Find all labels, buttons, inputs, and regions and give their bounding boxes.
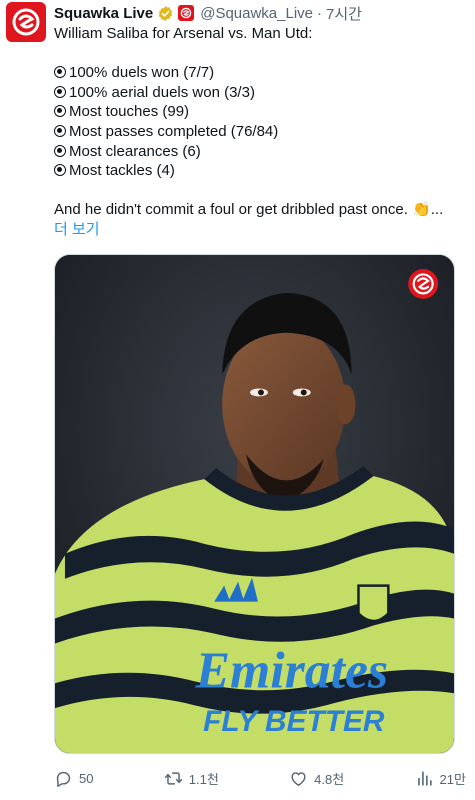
clapping-hands-icon: 👏: [412, 201, 431, 219]
reply-button[interactable]: 50: [54, 769, 93, 788]
bullet-icon: [54, 164, 66, 177]
tweet-intro: William Saliba for Arsenal vs. Man Utd:: [54, 25, 313, 42]
views-button[interactable]: 21만: [415, 769, 466, 788]
affiliate-logo-icon[interactable]: [178, 5, 195, 21]
repost-icon: [164, 771, 182, 785]
stat-line: Most clearances (6): [54, 142, 466, 162]
action-bar: 50 1.1천 4.8천 21만: [54, 766, 466, 790]
tweet-closing-line: And he didn't commit a foul or get dribb…: [54, 201, 444, 219]
like-button[interactable]: 4.8천: [289, 769, 344, 788]
reply-count: 50: [79, 770, 94, 786]
tweet-header: Squawka Live @Squawka_Live · 7시간: [54, 3, 362, 23]
player-photo: Emirates FLY BETTER: [55, 255, 454, 753]
bullet-icon: [54, 85, 66, 98]
stat-line: 100% duels won (7/7): [54, 63, 466, 83]
stat-line: Most touches (99): [54, 102, 466, 122]
views-chart-icon: [417, 770, 432, 786]
post-timestamp[interactable]: 7시간: [326, 3, 362, 24]
tweet-text: William Saliba for Arsenal vs. Man Utd: …: [54, 24, 466, 240]
stat-line: 100% aerial duels won (3/3): [54, 83, 466, 103]
verified-badge-icon[interactable]: [157, 5, 174, 22]
squawka-logo-icon: [12, 8, 40, 36]
author-handle[interactable]: @Squawka_Live: [200, 5, 313, 22]
bullet-icon: [54, 124, 66, 137]
stat-line: Most passes completed (76/84): [54, 122, 466, 142]
repost-button[interactable]: 1.1천: [164, 769, 219, 788]
bullet-icon: [54, 144, 66, 157]
shirt-sponsor-tagline: FLY BETTER: [203, 705, 385, 738]
bullet-icon: [54, 105, 66, 118]
shirt-sponsor-text: Emirates: [195, 642, 389, 699]
squawka-watermark-icon: [408, 268, 439, 299]
view-count: 21만: [439, 771, 466, 787]
separator-dot: ·: [317, 4, 323, 22]
repost-count: 1.1천: [188, 771, 219, 787]
author-name[interactable]: Squawka Live: [54, 5, 153, 22]
show-more-link[interactable]: 더 보기: [54, 220, 466, 240]
tweet-photo[interactable]: Emirates FLY BETTER: [54, 254, 455, 754]
profile-avatar[interactable]: [6, 2, 46, 42]
bullet-icon: [54, 66, 66, 79]
stat-line: Most tackles (4): [54, 161, 466, 181]
reply-icon: [56, 771, 71, 787]
heart-icon: [291, 771, 306, 786]
like-count: 4.8천: [314, 771, 345, 787]
